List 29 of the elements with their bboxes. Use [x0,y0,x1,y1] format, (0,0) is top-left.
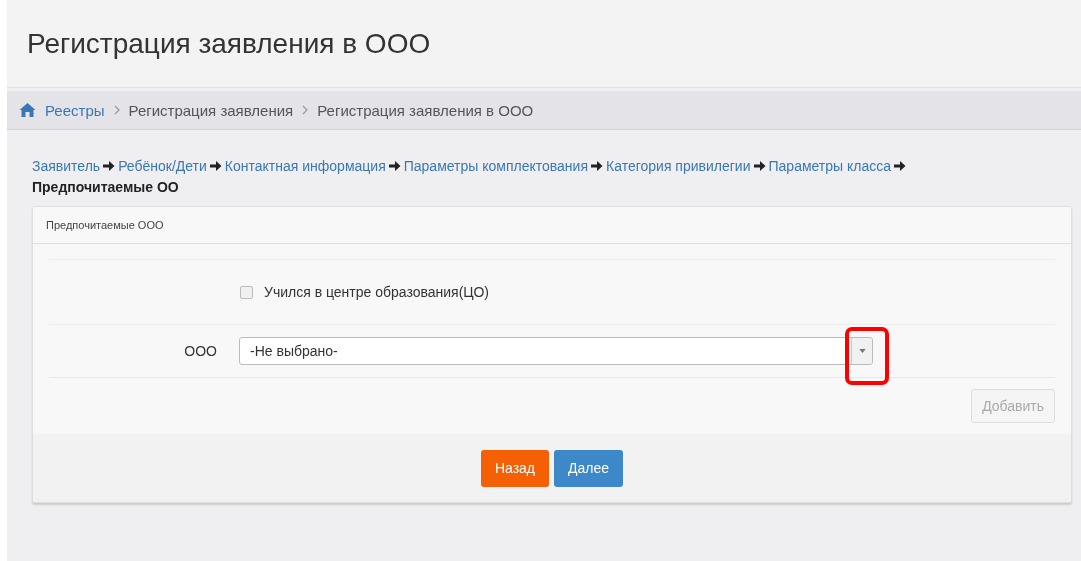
arrow-icon [209,160,222,172]
step-link[interactable]: Заявитель [32,158,101,174]
checkbox-label: Учился в центре образования(ЦО) [264,284,489,300]
dropdown[interactable]: -Не выбрано- [239,337,873,365]
panel-title: Предпочитаемые ООО [46,219,164,231]
page-title: Регистрация заявления в ООО [27,27,431,60]
home-icon[interactable] [19,103,36,117]
chevron-icon [113,105,120,115]
arrow-icon [753,160,766,172]
field-label: ООО [183,343,217,359]
arrow-icon [388,160,401,172]
breadcrumb-item: Регистрация заявления в ООО [317,101,534,119]
back-button[interactable]: Назад [480,449,550,487]
step-link[interactable]: Категория привилегии [606,158,751,174]
caret-icon [858,349,866,353]
arrow-icon [591,160,603,172]
step-link[interactable]: Ребёнок/Дети [118,158,207,174]
checkbox[interactable] [240,285,253,299]
step-link[interactable]: Параметры комплектования [403,158,588,174]
arrow-icon [894,160,907,172]
dropdown-toggle[interactable] [851,338,872,364]
breadcrumb-item: Регистрация заявления [128,101,294,119]
current-step: Предпочитаемые ОО [32,179,179,195]
next-button[interactable]: Далее [554,449,624,487]
step-link[interactable]: Контактная информация [224,158,386,174]
chevron-icon [302,105,309,115]
step-link[interactable]: Параметры класса [768,158,892,174]
arrow-icon [103,160,116,172]
breadcrumb-link[interactable]: Реестры [45,101,105,119]
